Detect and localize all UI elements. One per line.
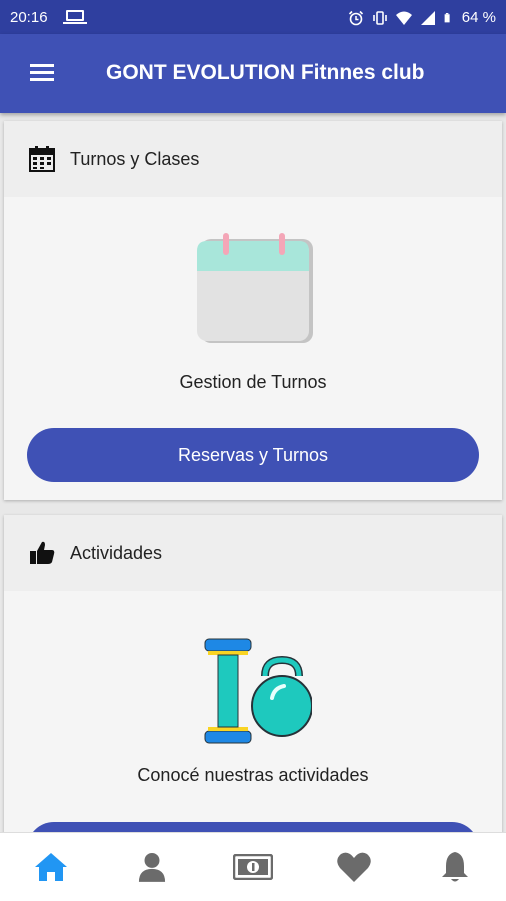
reservas-turnos-button[interactable]: Reservas y Turnos <box>27 428 479 482</box>
turnos-caption: Gestion de Turnos <box>179 372 327 392</box>
nav-profile[interactable] <box>101 833 202 901</box>
favorites-icon <box>337 852 371 882</box>
payment-icon <box>233 854 273 880</box>
app-title: GONT EVOLUTION Fitnnes club <box>106 61 425 84</box>
bottom-nav <box>0 832 506 901</box>
turnos-card-header: Turnos y Clases <box>4 121 502 197</box>
wifi-icon <box>395 11 412 25</box>
laptop-icon <box>63 10 87 24</box>
actividades-caption: Conocé nuestras actividades <box>137 765 369 785</box>
home-icon <box>34 853 67 881</box>
app-bar: GONT EVOLUTION Fitnnes club <box>0 34 506 113</box>
status-time: 20:16 <box>10 9 48 26</box>
battery-percent: 64 % <box>461 9 496 26</box>
profile-icon <box>138 853 165 882</box>
nav-notifications[interactable] <box>405 833 506 901</box>
menu-icon[interactable] <box>30 64 54 82</box>
status-bar: 20:16 64 % <box>0 0 506 34</box>
signal-icon <box>420 10 435 25</box>
actividades-card-body: Conocé nuestras actividades <box>4 591 502 845</box>
calendar-illustration-icon <box>197 233 313 343</box>
turnos-card-body: Gestion de Turnos Reservas y Turnos <box>4 197 502 500</box>
nav-favorites[interactable] <box>304 833 405 901</box>
nav-home[interactable] <box>0 833 101 901</box>
nav-payment[interactable] <box>202 833 303 901</box>
actividades-card-header: Actividades <box>4 515 502 591</box>
notifications-icon <box>442 852 469 882</box>
alarm-icon <box>348 10 363 25</box>
turnos-card: Turnos y Clases Gestion de Turnos Reserv… <box>4 121 502 500</box>
thumbs-up-icon <box>30 541 55 564</box>
calendar-icon <box>29 146 55 172</box>
vibrate-icon <box>372 10 387 25</box>
status-icons: 64 % <box>348 9 496 26</box>
battery-icon <box>444 12 450 22</box>
turnos-card-title: Turnos y Clases <box>70 148 200 169</box>
fitness-illustration-icon <box>204 638 312 744</box>
actividades-card: Actividades Conocé nuestras actividades <box>4 515 502 845</box>
actividades-card-title: Actividades <box>70 542 163 563</box>
